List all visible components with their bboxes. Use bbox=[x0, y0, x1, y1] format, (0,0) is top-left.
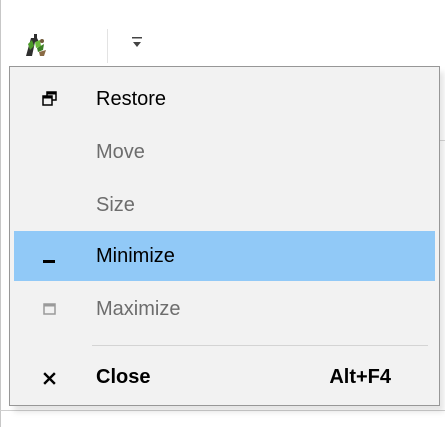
menu-separator bbox=[92, 345, 428, 346]
menu-item-move[interactable]: Move bbox=[14, 127, 435, 177]
menu-item-size[interactable]: Size bbox=[14, 180, 435, 230]
close-icon bbox=[42, 369, 58, 385]
menu-item-minimize[interactable]: Minimize bbox=[14, 231, 435, 281]
menu-item-label: Move bbox=[96, 141, 145, 163]
system-menu: Restore Move Size Minimize Maximize Clos… bbox=[9, 66, 440, 406]
menu-item-label: Close bbox=[96, 366, 151, 388]
maximize-icon bbox=[42, 301, 58, 317]
menu-item-label: Minimize bbox=[96, 245, 175, 267]
menu-item-shortcut: Alt+F4 bbox=[329, 366, 391, 388]
menu-item-close[interactable]: Close Alt+F4 bbox=[14, 352, 435, 402]
restore-icon bbox=[42, 91, 58, 107]
chevron-down-icon[interactable] bbox=[131, 36, 143, 50]
menu-item-restore[interactable]: Restore bbox=[14, 74, 435, 124]
title-bar bbox=[0, 0, 445, 76]
menu-item-label: Size bbox=[96, 194, 135, 216]
menu-item-label: Maximize bbox=[96, 298, 181, 320]
app-logo-icon[interactable] bbox=[22, 30, 50, 60]
toolbar-divider bbox=[107, 29, 108, 63]
menu-item-label: Restore bbox=[96, 88, 167, 110]
menu-item-maximize[interactable]: Maximize bbox=[14, 284, 435, 334]
minimize-icon bbox=[42, 248, 58, 264]
